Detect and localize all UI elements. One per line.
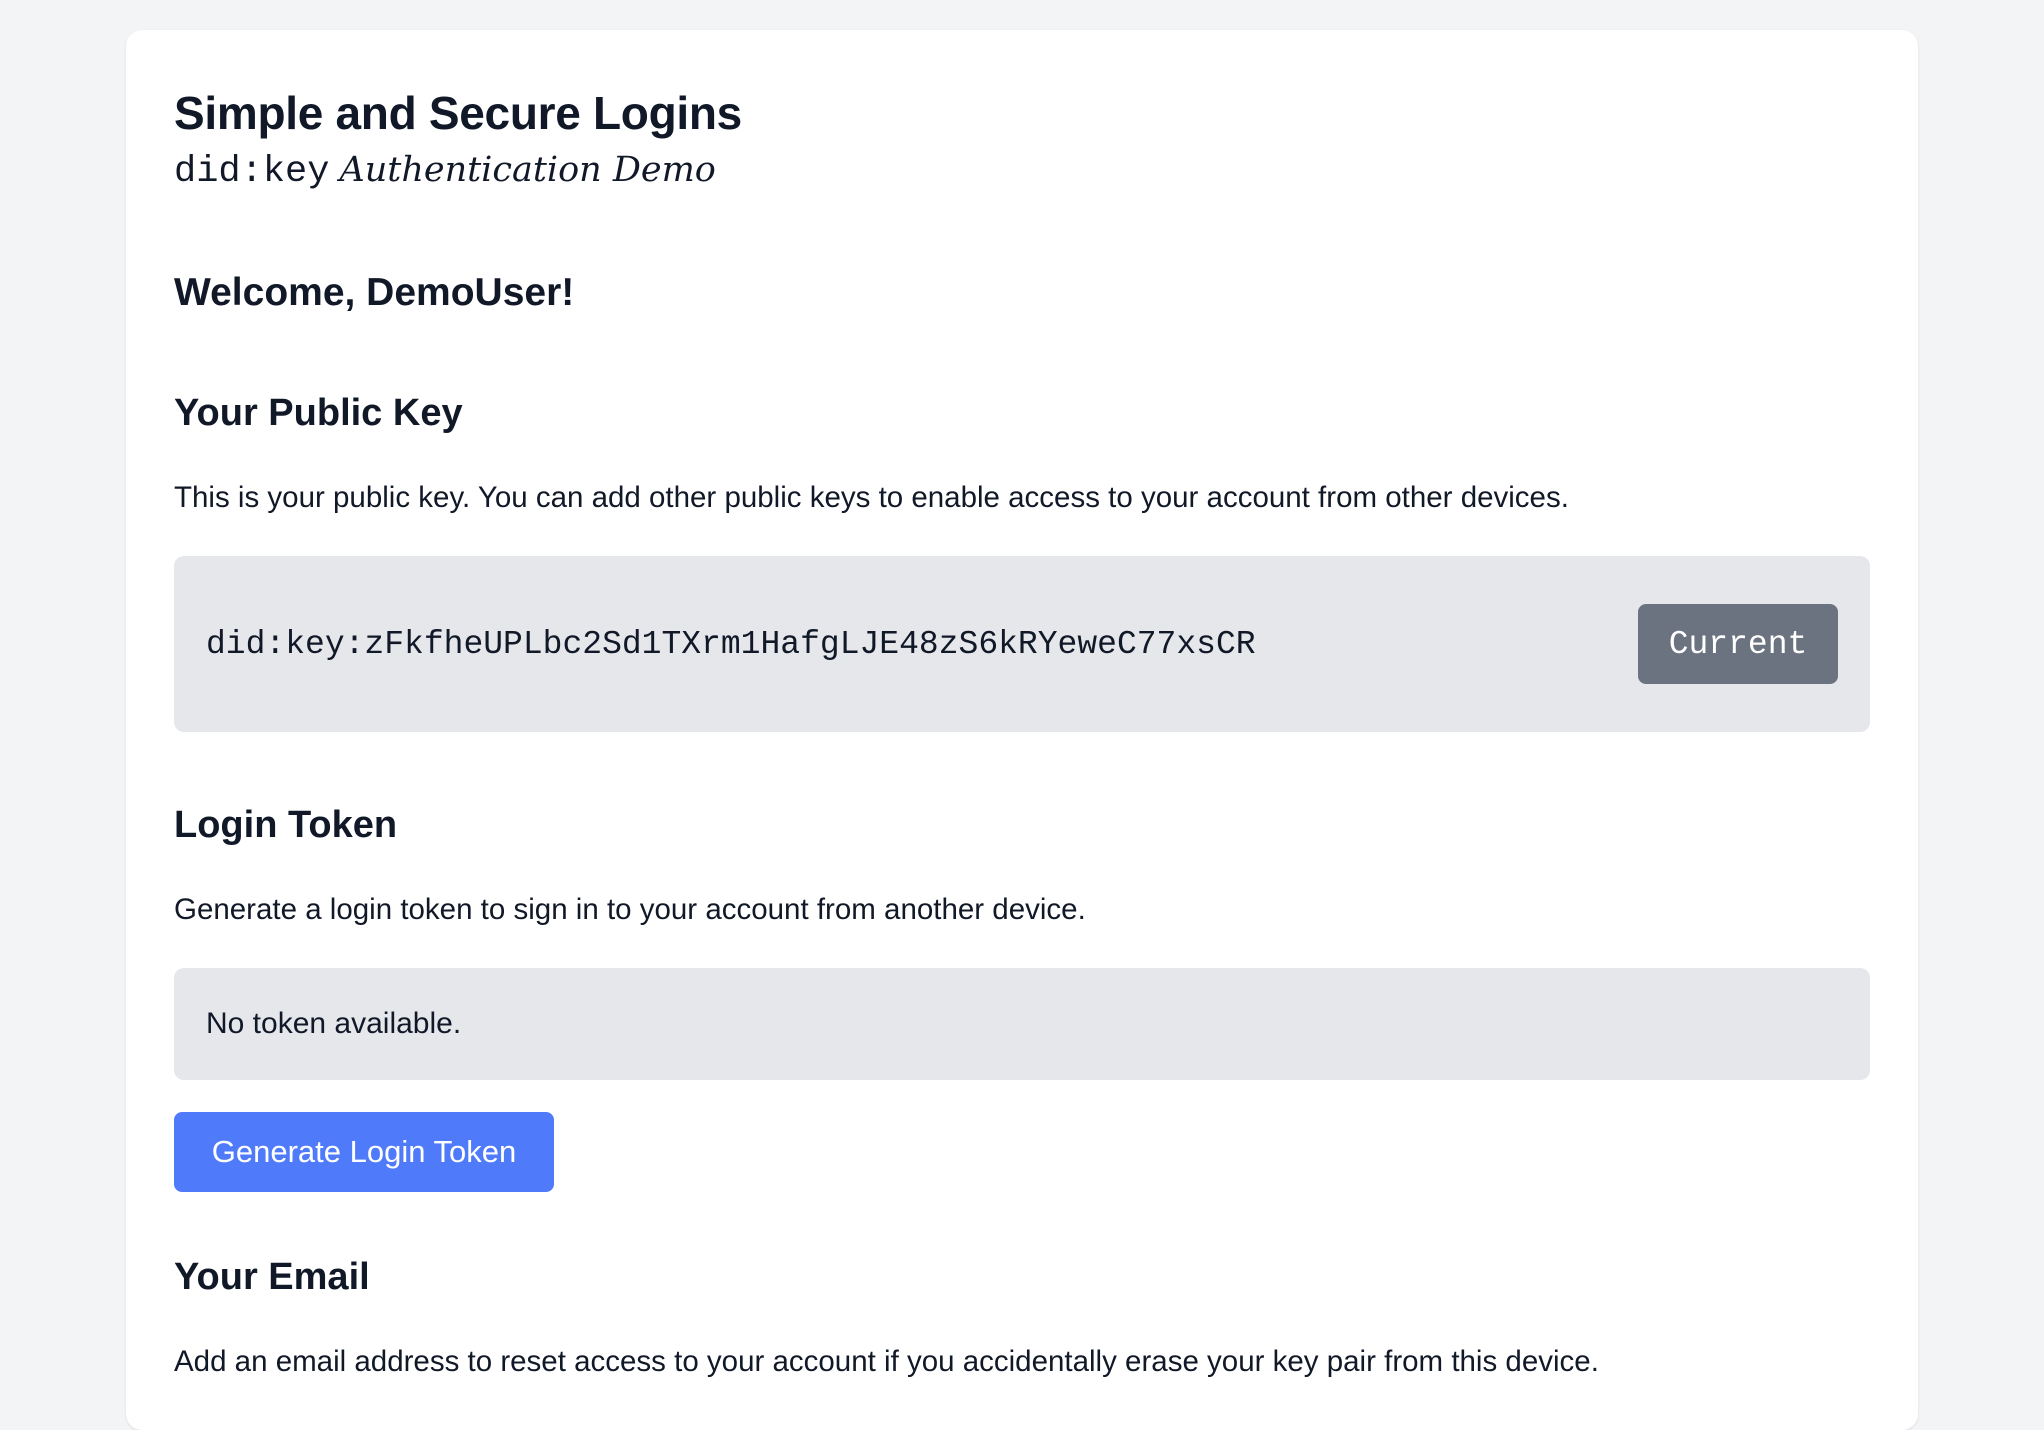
current-key-badge[interactable]: Current bbox=[1638, 604, 1838, 684]
welcome-heading: Welcome, DemoUser! bbox=[174, 271, 575, 314]
login-token-status: No token available. bbox=[174, 968, 1870, 1080]
public-key-title: Your Public Key bbox=[174, 392, 463, 434]
subtitle-code: did:key bbox=[174, 151, 330, 193]
public-key-value: did:key:zFkfheUPLbc2Sd1TXrm1HafgLJE48zS6… bbox=[206, 625, 1256, 663]
login-token-description: Generate a login token to sign in to you… bbox=[174, 893, 1086, 926]
subtitle-text: Authentication Demo bbox=[339, 150, 716, 190]
public-key-description: This is your public key. You can add oth… bbox=[174, 481, 1569, 514]
email-title: Your Email bbox=[174, 1256, 370, 1298]
app-title: Simple and Secure Logins bbox=[174, 87, 742, 139]
email-description: Add an email address to reset access to … bbox=[174, 1345, 1599, 1378]
main-card: Simple and Secure Logins did:key Authenti… bbox=[126, 30, 1918, 1430]
app-subtitle: did:key Authentication Demo bbox=[174, 142, 1870, 198]
generate-login-token-button[interactable]: Generate Login Token bbox=[174, 1112, 554, 1192]
login-token-title: Login Token bbox=[174, 804, 398, 846]
public-key-panel: did:key:zFkfheUPLbc2Sd1TXrm1HafgLJE48zS6… bbox=[174, 556, 1870, 732]
